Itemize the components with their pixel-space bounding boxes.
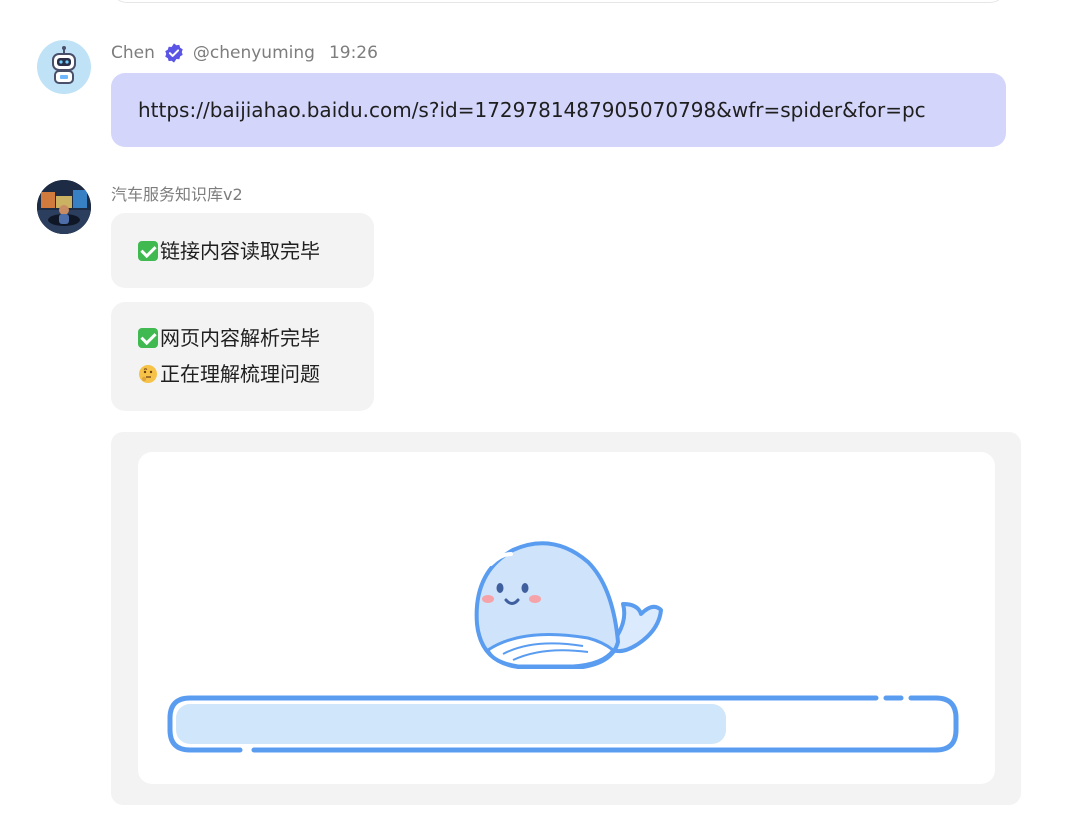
user-name[interactable]: Chen [111,43,155,63]
user-message-link[interactable]: https://baijiahao.baidu.com/s?id=1729781… [138,92,926,128]
verified-badge-icon [165,43,183,63]
user-message-bubble[interactable]: https://baijiahao.baidu.com/s?id=1729781… [111,73,1006,147]
check-mark-icon [138,328,158,348]
status-text: 链接内容读取完毕 [160,238,320,263]
thinking-face-icon [139,365,157,383]
status-line: 链接内容读取完毕 [138,233,320,269]
progress-fill [176,704,726,744]
loading-card-inner [138,452,995,784]
bot-avatar[interactable] [37,180,91,234]
bot-name[interactable]: 汽车服务知识库v2 [111,181,243,205]
bot-avatar-icon [37,180,91,234]
robot-avatar-icon [52,46,76,84]
user-avatar[interactable] [37,40,91,94]
check-mark-icon [138,240,158,261]
status-line: 正在理解梳理问题 [138,356,347,392]
status-line: 网页内容解析完毕 [138,320,347,356]
user-handle: @chenyuming [192,43,315,63]
loading-progress-bar [167,695,959,753]
user-message-meta: Chen @chenyuming 19:26 [111,41,378,65]
bot-message-bubble: 网页内容解析完毕 正在理解梳理问题 [111,302,374,411]
bot-message-meta: 汽车服务知识库v2 [111,182,243,204]
loading-card [111,432,1021,805]
previous-message-bubble [111,0,1006,3]
bot-message-bubble: 链接内容读取完毕 [111,213,374,288]
message-time: 19:26 [328,43,378,63]
whale-mascot-icon [474,541,663,669]
status-text: 网页内容解析完毕 [160,326,320,350]
status-text: 正在理解梳理问题 [160,362,320,386]
